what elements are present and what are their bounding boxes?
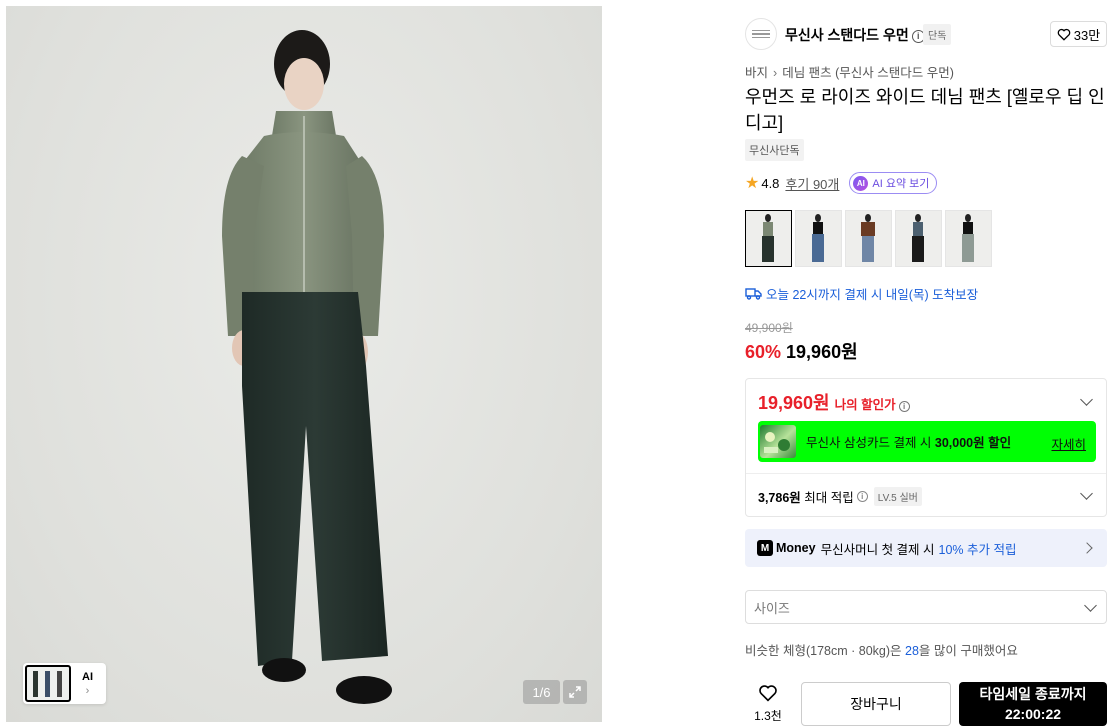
time-sale-label: 타임세일 종료까지 <box>979 686 1087 702</box>
money-highlight: 10% 추가 적립 <box>938 542 1017 557</box>
chevron-down-icon <box>1084 599 1097 612</box>
price-row: 60% 19,960원 <box>745 338 858 364</box>
exclusive-badge: 단독 <box>923 24 952 45</box>
card-text-amount: 30,000원 할인 <box>934 436 1012 450</box>
info-icon[interactable]: i <box>856 491 868 502</box>
like-count: 33만 <box>1073 27 1101 43</box>
card-image <box>760 425 796 458</box>
reviews-link[interactable]: 후기 90개 <box>785 174 839 193</box>
purchase-actions: 1.3천 장바구니 타임세일 종료까지 22:00:22 <box>745 682 1107 726</box>
points-label: 최대 적립 <box>804 491 854 505</box>
buy-now-button[interactable]: 타임세일 종료까지 22:00:22 <box>959 682 1107 726</box>
card-discount-banner[interactable]: 무신사 삼성카드 결제 시 30,000원 할인 자세히 <box>758 421 1096 462</box>
delivery-guarantee[interactable]: 오늘 22시까지 결제 시 내일(목) 도착보장 <box>745 284 978 303</box>
image-counter: 1/6 <box>523 680 560 704</box>
like-button[interactable]: 33만 <box>1050 21 1107 47</box>
expand-icon[interactable] <box>563 680 587 704</box>
rating-row: ★ 4.8 후기 90개 AI AI 요약 보기 <box>745 172 938 194</box>
brand-row: 무신사 스탠다드 우먼 i 단독 33만 <box>745 18 1107 50</box>
breadcrumb-subcategory[interactable]: 데님 팬츠 (무신사 스탠다드 우먼) <box>782 66 954 80</box>
exclusive-tag: 무신사단독 <box>745 139 804 161</box>
card-details-link[interactable]: 자세히 <box>1051 434 1086 453</box>
ai-summary-button[interactable]: AI AI 요약 보기 <box>849 172 938 194</box>
heart-icon <box>759 685 777 702</box>
discount-rate: 60% <box>745 342 782 362</box>
card-discount-text: 무신사 삼성카드 결제 시 30,000원 할인 <box>806 432 1011 451</box>
color-variant-thumbnail[interactable] <box>895 210 942 267</box>
breadcrumb-category[interactable]: 바지 <box>745 66 768 80</box>
my-discount-price: 19,960원 나의 할인가 i <box>758 389 910 415</box>
max-points-row: 3,786원 최대 적립 i LV.5 실버 <box>758 487 922 506</box>
delivery-text: 오늘 22시까지 결제 시 내일(목) 도착보장 <box>766 288 979 302</box>
chevron-down-icon[interactable] <box>1080 393 1093 406</box>
ai-summary-label: AI 요약 보기 <box>872 178 930 190</box>
mini-thumbnail-image[interactable] <box>25 665 71 702</box>
chevron-right-icon: › <box>85 684 90 697</box>
my-price-value: 19,960원 <box>758 393 830 413</box>
rating-value: 4.8 <box>761 175 780 191</box>
benefit-box: 19,960원 나의 할인가 i 무신사 삼성카드 결제 시 30,000원 할… <box>745 378 1107 517</box>
breadcrumb: 바지 › 데님 팬츠 (무신사 스탠다드 우먼) <box>745 62 954 81</box>
ai-icon: AI <box>853 175 869 191</box>
card-text-prefix: 무신사 삼성카드 결제 시 <box>806 436 935 450</box>
musinsa-money-banner[interactable]: M Money 무신사머니 첫 결제 시 10% 추가 적립 <box>745 529 1107 567</box>
info-icon[interactable]: i <box>898 401 910 412</box>
brand-name-text[interactable]: 무신사 스탠다드 우먼 <box>785 27 909 43</box>
wishlist-count: 1.3천 <box>754 709 782 723</box>
color-variant-thumbnail[interactable] <box>845 210 892 267</box>
my-price-label: 나의 할인가 <box>834 398 896 412</box>
main-product-image[interactable] <box>6 6 602 722</box>
truck-icon <box>745 288 762 300</box>
color-variant-thumbnail[interactable] <box>945 210 992 267</box>
member-level-badge: LV.5 실버 <box>873 487 922 506</box>
original-price: 49,900원 <box>745 321 793 335</box>
sale-price: 19,960원 <box>786 342 858 362</box>
color-variant-thumbnails <box>745 210 992 267</box>
product-title: 우먼즈 로 라이즈 와이드 데님 팬츠 [옐로우 딥 인디고] <box>745 87 1105 133</box>
size-placeholder: 사이즈 <box>754 600 790 616</box>
chevron-right-icon <box>1081 542 1093 554</box>
body-hint-prefix: 비슷한 체형(178cm · 80kg)은 <box>745 644 906 658</box>
wishlist-button[interactable]: 1.3천 <box>745 684 791 724</box>
add-to-cart-button[interactable]: 장바구니 <box>801 682 951 726</box>
ai-thumbnail-label: AI <box>82 670 93 683</box>
mini-thumbnail-strip[interactable]: AI › <box>23 663 106 704</box>
money-logo-icon: M <box>757 540 773 556</box>
size-select[interactable]: 사이즈 <box>745 590 1107 624</box>
brand-logo[interactable] <box>745 18 777 50</box>
product-image-gallery[interactable]: AI › 1/6 <box>6 6 602 722</box>
money-word: Money <box>776 541 816 555</box>
body-hint-suffix: 을 많이 구매했어요 <box>918 644 1018 658</box>
star-icon: ★ <box>745 175 760 192</box>
color-variant-thumbnail[interactable] <box>745 210 792 267</box>
product-info-panel: 무신사 스탠다드 우먼 i 단독 33만 바지 › 데님 팬츠 (무신사 스탠다드 우… <box>745 0 1107 726</box>
body-hint-size: 28 <box>905 644 919 658</box>
time-sale-countdown: 22:00:22 <box>1004 706 1062 722</box>
body-type-hint: 비슷한 체형(178cm · 80kg)은 28을 많이 구매했어요 <box>745 640 1018 659</box>
chevron-down-icon[interactable] <box>1080 487 1093 500</box>
heart-icon <box>1057 28 1071 41</box>
chevron-right-icon: › <box>773 66 778 80</box>
points-amount: 3,786원 <box>758 491 801 505</box>
money-text: 무신사머니 첫 결제 시 <box>820 542 935 557</box>
brand-name[interactable]: 무신사 스탠다드 우먼 i <box>785 25 925 45</box>
divider <box>746 473 1106 474</box>
color-variant-thumbnail[interactable] <box>795 210 842 267</box>
ai-thumbnail-button[interactable]: AI › <box>71 665 104 702</box>
